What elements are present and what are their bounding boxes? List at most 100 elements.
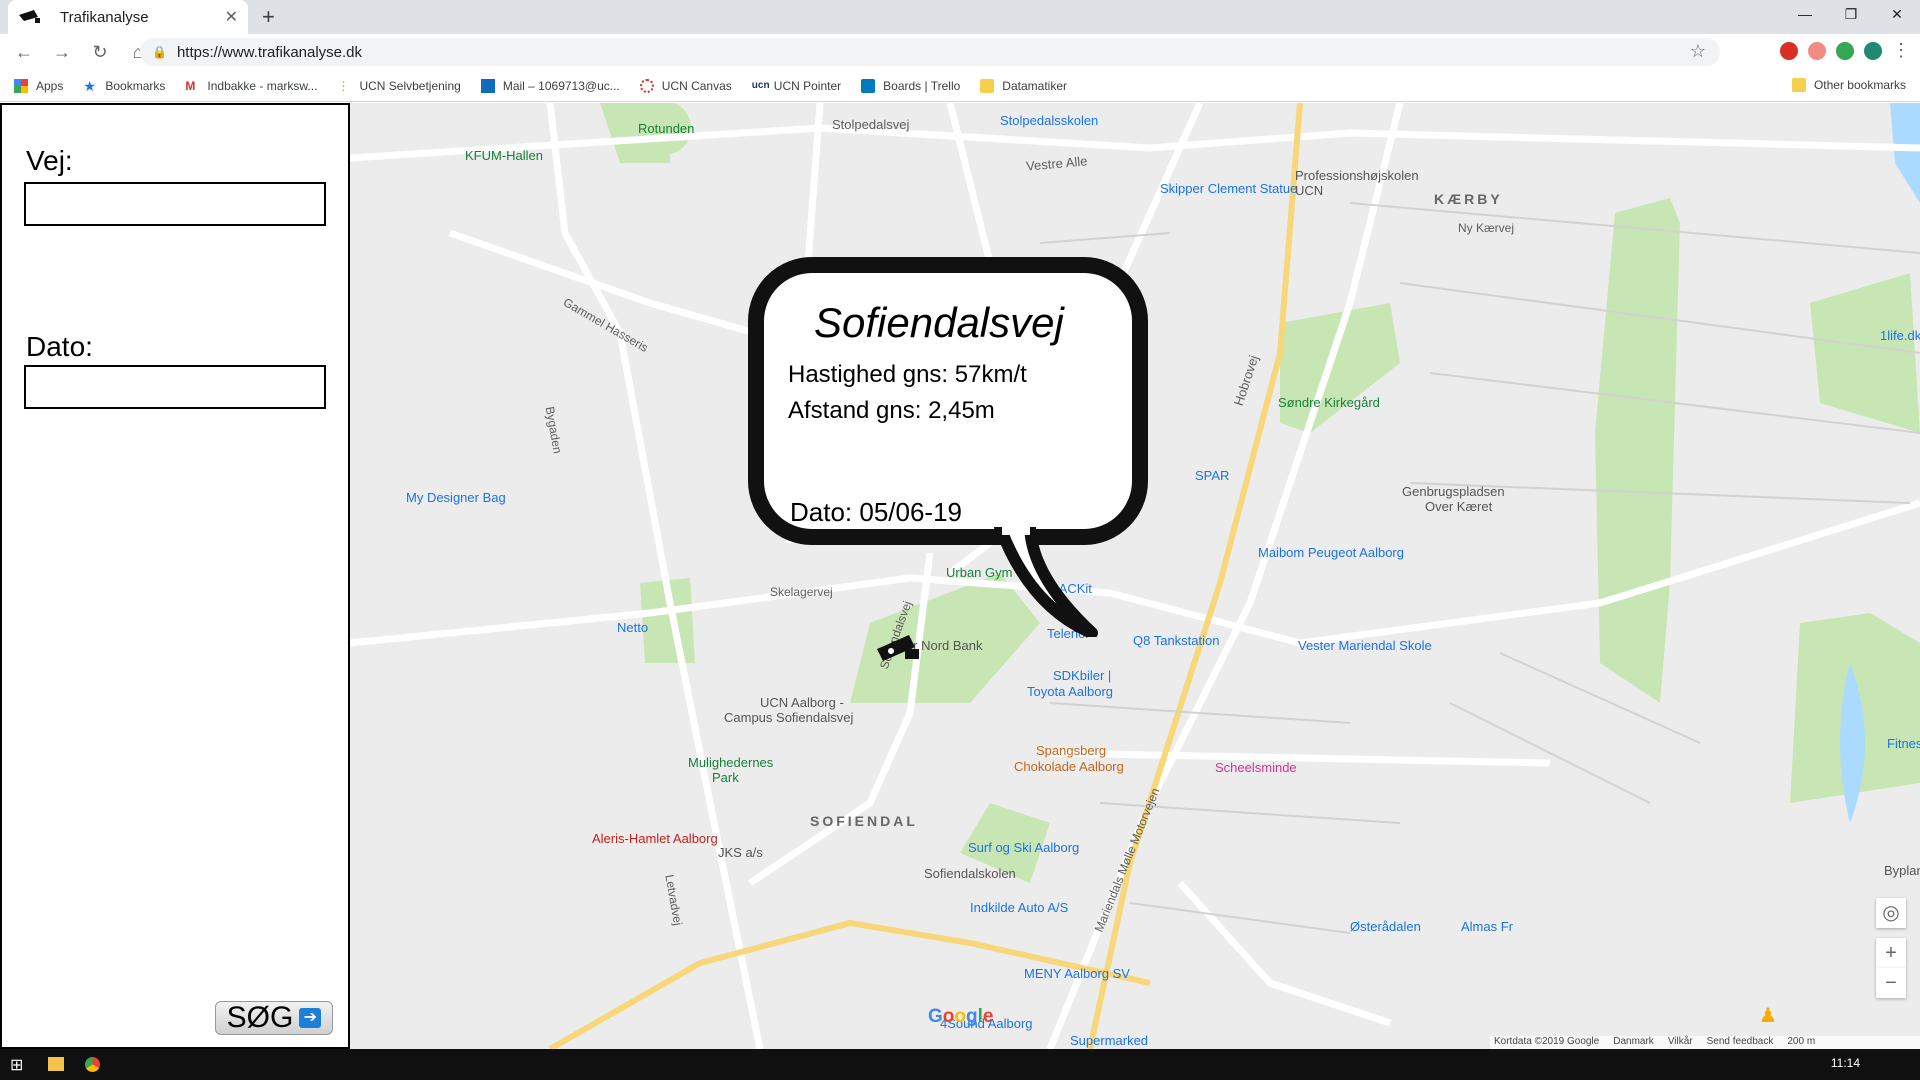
profile-avatar-icon[interactable] xyxy=(1864,41,1882,60)
poi-label[interactable]: KFUM-Hallen xyxy=(465,148,543,163)
search-button[interactable]: SØG ➔ xyxy=(215,1001,333,1035)
windows-start-icon[interactable]: ⊞ xyxy=(10,1055,23,1075)
bookmark-star-icon[interactable]: ☆ xyxy=(1690,41,1706,62)
poi-label[interactable]: Professionshøjskolen xyxy=(1295,168,1419,183)
browser-tab-bar: Trafikanalyse ✕ + — ❐ ✕ xyxy=(0,0,1920,34)
poi-label[interactable]: Spangsberg xyxy=(1036,743,1106,758)
poi-label[interactable]: Byplan xyxy=(1884,863,1920,878)
poi-label[interactable]: Indkilde Auto A/S xyxy=(970,900,1068,915)
bookmark-item[interactable]: ucn UCN Pointer xyxy=(752,79,841,93)
ucn-icon: ucn xyxy=(751,79,770,91)
menu-kebab-icon[interactable]: ⋮ xyxy=(1892,40,1910,61)
poi-label[interactable]: Stolpedalsskolen xyxy=(1000,113,1098,128)
poi-label[interactable]: Almas Fr xyxy=(1461,919,1513,934)
area-label: KÆRBY xyxy=(1434,191,1503,207)
reload-icon[interactable]: ↻ xyxy=(86,42,114,63)
bookmark-item[interactable]: Mail – 1069713@uc... xyxy=(480,78,620,93)
poi-label[interactable]: Toyota Aalborg xyxy=(1027,684,1113,699)
tab-title: Trafikanalyse xyxy=(60,8,149,26)
bookmark-label: Other bookmarks xyxy=(1813,78,1906,92)
poi-label[interactable]: Genbrugspladsen xyxy=(1402,484,1505,499)
bookmark-item[interactable]: M Indbakke - marksw... xyxy=(185,79,317,93)
vej-input[interactable] xyxy=(24,182,326,226)
poi-label[interactable]: Søndre Kirkegård xyxy=(1278,395,1380,410)
map-country[interactable]: Danmark xyxy=(1613,1036,1654,1049)
poi-label[interactable]: UCN Aalborg - xyxy=(760,695,844,710)
map-view[interactable]: Stolpedalsvej Vestre Alle Skelagervej So… xyxy=(350,103,1920,1049)
poi-label[interactable]: UCN xyxy=(1295,183,1323,198)
poi-label[interactable]: Skipper Clement Statue xyxy=(1160,181,1297,196)
taskbar: ⊞ 11:14 xyxy=(0,1049,1920,1080)
poi-label[interactable]: Rotunden xyxy=(638,121,694,136)
new-tab-icon[interactable]: + xyxy=(262,4,275,30)
poi-label[interactable]: Østerådalen xyxy=(1350,919,1421,934)
extension-icon[interactable] xyxy=(1836,41,1854,60)
poi-label[interactable]: JKS a/s xyxy=(718,845,763,860)
poi-label[interactable]: Supermarked xyxy=(1070,1033,1148,1048)
bookmark-label: Bookmarks xyxy=(105,78,166,93)
extension-icon[interactable] xyxy=(1780,41,1798,60)
address-bar[interactable]: 🔒 https://www.trafikanalyse.dk ☆ xyxy=(140,38,1720,66)
maximize-icon[interactable]: ❐ xyxy=(1828,0,1874,30)
bookmark-item[interactable]: ★ Bookmarks xyxy=(83,79,165,93)
apps-grid-icon xyxy=(14,78,28,93)
star-icon: ★ xyxy=(83,77,96,94)
poi-label[interactable]: Campus Sofiendalsvej xyxy=(724,710,853,725)
roads xyxy=(350,103,1920,1049)
extension-icon[interactable] xyxy=(1808,41,1826,60)
file-explorer-icon[interactable] xyxy=(48,1057,64,1071)
poi-label[interactable]: Maibom Peugeot Aalborg xyxy=(1258,545,1404,560)
bookmark-item[interactable]: Boards | Trello xyxy=(861,78,960,93)
lock-icon: 🔒 xyxy=(152,45,167,59)
poi-label[interactable]: 1life.dk xyxy=(1880,328,1920,343)
poi-label[interactable]: MENY Aalborg SV xyxy=(1024,966,1130,981)
bookmark-label: Indbakke - marksw... xyxy=(207,78,318,93)
my-location-icon[interactable]: ◎ xyxy=(1876,898,1906,928)
poi-label[interactable]: SDKbiler | xyxy=(1053,668,1111,683)
search-panel: Vej: Dato: SØG ➔ xyxy=(0,103,350,1049)
extension-icons: ⋮ xyxy=(1780,40,1910,61)
forward-icon[interactable]: → xyxy=(48,42,76,63)
minimize-icon[interactable]: — xyxy=(1782,0,1828,30)
bookmark-item[interactable]: Apps xyxy=(14,78,63,93)
zoom-in-icon[interactable]: + xyxy=(1876,938,1906,968)
poi-label[interactable]: Mulighedernes xyxy=(688,755,773,770)
poi-label[interactable]: SPAR xyxy=(1195,468,1229,483)
zoom-out-icon[interactable]: − xyxy=(1876,968,1906,998)
poi-label[interactable]: Over Kæret xyxy=(1425,499,1492,514)
other-bookmarks[interactable]: Other bookmarks xyxy=(1791,78,1906,92)
gmail-icon: M xyxy=(185,78,196,93)
poi-label[interactable]: Aleris-Hamlet Aalborg xyxy=(592,831,718,846)
traffic-camera-icon[interactable] xyxy=(875,631,921,667)
pegman-icon[interactable]: ♟ xyxy=(1756,1001,1780,1031)
browser-toolbar: ← → ↻ ⌂ 🔒 https://www.trafikanalyse.dk ☆… xyxy=(0,34,1920,70)
poi-label[interactable]: Netto xyxy=(617,620,648,635)
info-bubble: Sofiendalsvej Hastighed gns: 57km/t Afst… xyxy=(748,257,1148,545)
dato-input[interactable] xyxy=(24,365,326,409)
bookmark-item[interactable]: UCN Canvas xyxy=(639,78,732,93)
poi-label[interactable]: Vester Mariendal Skole xyxy=(1298,638,1432,653)
poi-label[interactable]: Q8 Tankstation xyxy=(1133,633,1219,648)
window-controls: — ❐ ✕ xyxy=(1782,0,1920,30)
poi-label[interactable]: Scheelsminde xyxy=(1215,760,1297,775)
bookmark-item[interactable]: Datamatiker xyxy=(980,78,1067,93)
chrome-icon[interactable] xyxy=(85,1057,100,1072)
poi-label[interactable]: Surf og Ski Aalborg xyxy=(968,840,1079,855)
map-feedback[interactable]: Send feedback xyxy=(1707,1036,1774,1049)
bubble-tail xyxy=(994,527,1098,637)
map-canvas xyxy=(350,103,1920,1049)
bookmark-label: Datamatiker xyxy=(1002,78,1067,93)
bookmark-item[interactable]: ⋮ UCN Selvbetjening xyxy=(337,79,460,93)
poi-label[interactable]: Park xyxy=(712,770,739,785)
back-icon[interactable]: ← xyxy=(10,42,38,63)
poi-label[interactable]: My Designer Bag xyxy=(406,490,506,505)
poi-label[interactable]: Chokolade Aalborg xyxy=(1014,759,1124,774)
map-terms[interactable]: Vilkår xyxy=(1668,1036,1693,1049)
browser-tab[interactable]: Trafikanalyse ✕ xyxy=(8,0,248,34)
window-close-icon[interactable]: ✕ xyxy=(1874,0,1920,30)
poi-label[interactable]: Fitnes xyxy=(1887,736,1920,751)
tab-close-icon[interactable]: ✕ xyxy=(225,7,238,27)
map-scale[interactable]: 200 m xyxy=(1787,1036,1815,1049)
water xyxy=(1890,103,1920,203)
poi-label[interactable]: Sofiendalskolen xyxy=(924,866,1016,881)
